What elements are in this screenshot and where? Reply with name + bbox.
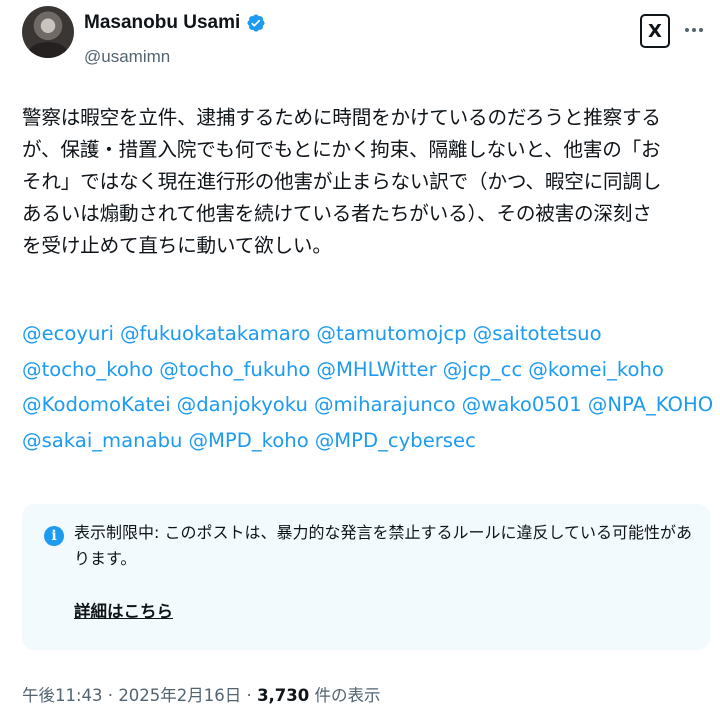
mention-link[interactable]: @NPA_KOHO xyxy=(588,393,713,416)
info-icon: i xyxy=(44,526,64,546)
mention-link[interactable]: @komei_koho xyxy=(528,358,664,381)
post-date[interactable]: 2025年2月16日 xyxy=(118,686,241,705)
mention-link[interactable]: @danjokyoku xyxy=(177,393,308,416)
meta-separator: · xyxy=(241,686,258,705)
post-body-line: を受け止めて直ちに動いて欲しい。 xyxy=(22,234,332,257)
mention-link[interactable]: @MHLWitter xyxy=(316,358,436,381)
mention-link[interactable]: @saitotetsuo xyxy=(473,322,602,345)
mention-link[interactable]: @sakai_manabu xyxy=(22,429,182,452)
mention-link[interactable]: @tocho_koho xyxy=(22,358,153,381)
mention-line: @KodomoKatei @danjokyoku @miharajunco @wako… xyxy=(22,387,713,423)
mention-link[interactable]: @MPD_koho xyxy=(188,429,308,452)
mention-link[interactable]: @fukuokatakamaro xyxy=(120,322,310,345)
restricted-visibility-notice: i 表示制限中: このポストは、暴力的な発言を禁止するルールに違反している可能性… xyxy=(22,504,710,650)
mention-link[interactable]: @wako0501 xyxy=(462,393,582,416)
views-count[interactable]: 3,730 xyxy=(257,686,309,705)
post-body-line: が、保護・措置入院でも何でもとにかく拘束、隔離しないと、他害の「お xyxy=(22,138,661,161)
mentions-block: @ecoyuri @fukuokatakamaro @tamutomojcp @sai… xyxy=(22,316,713,459)
name-row: Masanobu Usami xyxy=(84,12,266,34)
post-body: 警察は暇空を立件、逮捕するために時間をかけているのだろうと推察する が、保護・措… xyxy=(22,102,712,262)
mention-line: @sakai_manabu @MPD_koho @MPD_cybersec xyxy=(22,423,712,459)
mention-line: @tocho_koho @tocho_fukuho @MHLWitter @jcp_c… xyxy=(22,352,712,388)
grok-icon[interactable]: X xyxy=(640,14,670,48)
post-time[interactable]: 午後11:43 xyxy=(22,686,103,705)
mention-line: @ecoyuri @fukuokatakamaro @tamutomojcp @sai… xyxy=(22,316,712,352)
mention-link[interactable]: @jcp_cc xyxy=(443,358,523,381)
learn-more-link[interactable]: 詳細はこちら xyxy=(74,598,173,622)
post-body-line: あるいは煽動されて他害を続けている者たちがいる）、その被害の深刻さ xyxy=(22,202,652,225)
mention-link[interactable]: @ecoyuri xyxy=(22,322,114,345)
mention-link[interactable]: @miharajunco xyxy=(314,393,456,416)
meta-separator: · xyxy=(102,686,119,705)
mention-link[interactable]: @MPD_cybersec xyxy=(315,429,476,452)
more-options-icon[interactable] xyxy=(682,18,706,42)
display-name[interactable]: Masanobu Usami xyxy=(84,12,240,34)
avatar[interactable] xyxy=(22,6,74,58)
user-handle[interactable]: @usamimn xyxy=(84,47,170,67)
notice-text: 表示制限中: このポストは、暴力的な発言を禁止するルールに違反している可能性があ… xyxy=(74,523,692,568)
post-body-line: それ」ではなく現在進行形の他害が止まらない訳で（かつ、暇空に同調し xyxy=(22,170,662,193)
mention-link[interactable]: @tocho_fukuho xyxy=(159,358,310,381)
post-meta: 午後11:43 · 2025年2月16日 · 3,730 件の表示 xyxy=(22,682,381,706)
verified-badge-icon xyxy=(246,13,266,33)
mention-link[interactable]: @tamutomojcp xyxy=(316,322,466,345)
grok-icon-label: X xyxy=(648,20,662,42)
post-body-line: 警察は暇空を立件、逮捕するために時間をかけているのだろうと推察する xyxy=(22,106,661,129)
post-header: Masanobu Usami @usamimn X xyxy=(22,4,706,80)
views-label: 件の表示 xyxy=(309,686,381,705)
mention-link[interactable]: @KodomoKatei xyxy=(22,393,171,416)
